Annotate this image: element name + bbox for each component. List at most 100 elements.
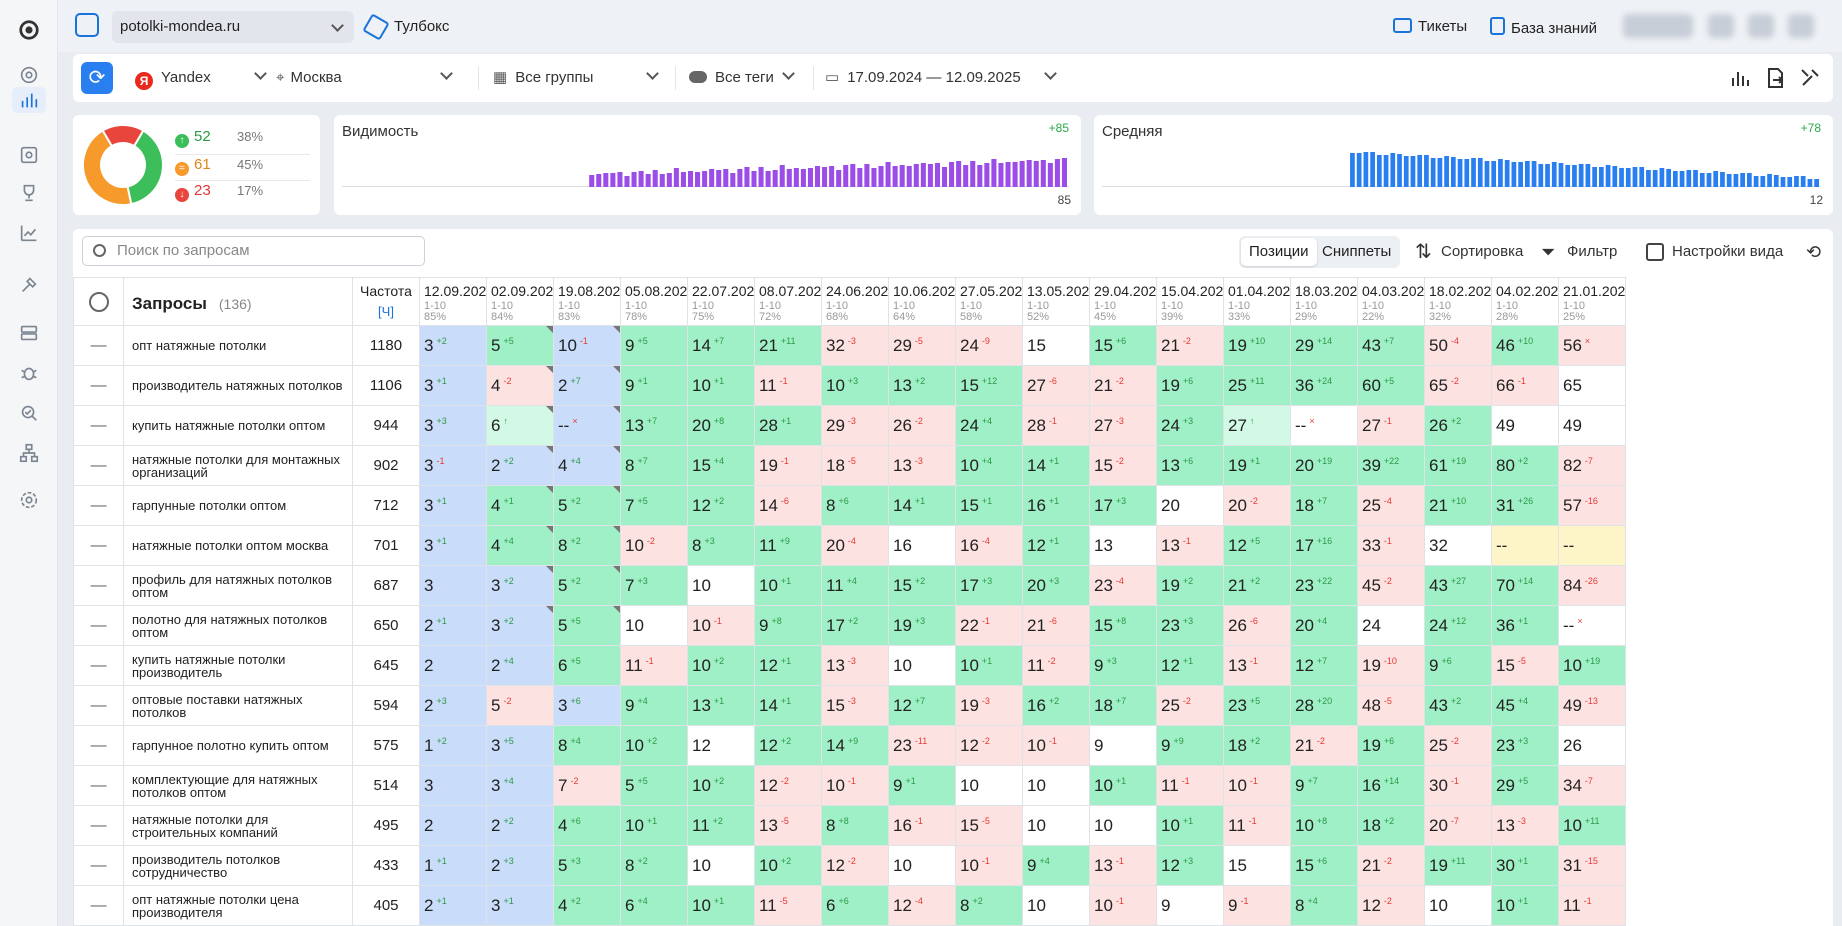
position-cell[interactable]: 1 +1	[419, 845, 487, 886]
position-cell[interactable]: 18 +2	[1223, 725, 1291, 766]
position-cell[interactable]: 27 -3	[1089, 405, 1157, 446]
position-cell[interactable]: 16 -1	[888, 805, 956, 846]
position-cell[interactable]: 14 +1	[888, 485, 956, 526]
date-header[interactable]: 02.09.2025 1-1084%	[486, 277, 554, 326]
position-cell[interactable]: 13 -3	[821, 645, 889, 686]
query-text[interactable]: производитель потолков сотрудничество	[123, 845, 353, 886]
tools-icon[interactable]	[16, 272, 42, 298]
position-cell[interactable]: 10	[888, 645, 956, 686]
position-cell[interactable]: 10	[620, 605, 688, 646]
position-cell[interactable]: 18 +7	[1290, 485, 1358, 526]
position-cell[interactable]: 26 +2	[1424, 405, 1492, 446]
screenshot-icon[interactable]	[16, 142, 42, 168]
position-cell[interactable]: 60 +5	[1357, 365, 1425, 406]
notification-icon[interactable]	[1708, 14, 1734, 38]
position-cell[interactable]: 2 +2	[486, 805, 554, 846]
position-cell[interactable]: 17 +2	[821, 605, 889, 646]
date-header[interactable]: 21.01.2025 1-1025%	[1558, 277, 1626, 326]
position-cell[interactable]: 13 -1	[1089, 845, 1157, 886]
query-text[interactable]: профиль для натяжных потолков оптом	[123, 565, 353, 606]
position-cell[interactable]: 3 +1	[419, 485, 487, 526]
position-cell[interactable]: 14 -6	[754, 485, 822, 526]
position-cell[interactable]: 8 +6	[821, 485, 889, 526]
position-cell[interactable]: 6 +6	[821, 885, 889, 926]
position-cell[interactable]: 1 +2	[419, 725, 487, 766]
date-header[interactable]: 22.07.2025 1-1075%	[687, 277, 755, 326]
position-cell[interactable]: 9 +7	[1290, 765, 1358, 806]
position-cell[interactable]: 12 +1	[1022, 525, 1090, 566]
position-cell[interactable]: 21 -2	[1156, 325, 1224, 366]
query-text[interactable]: натяжные потолки для строительных компан…	[123, 805, 353, 846]
position-cell[interactable]: 25 +11	[1223, 365, 1291, 406]
position-cell[interactable]: 8 +8	[821, 805, 889, 846]
position-cell[interactable]: --	[1491, 525, 1559, 566]
position-cell[interactable]: 66 -1	[1491, 365, 1559, 406]
position-cell[interactable]: 33 -1	[1357, 525, 1425, 566]
query-header[interactable]: Запросы (136)	[123, 277, 353, 326]
position-cell[interactable]: 19 +1	[1223, 445, 1291, 486]
position-cell[interactable]: 32 -3	[821, 325, 889, 366]
position-cell[interactable]: 13 -5	[754, 805, 822, 846]
position-cell[interactable]: 13 +6	[1156, 445, 1224, 486]
query-text[interactable]: опт натяжные потолки цена производителя	[123, 885, 353, 926]
position-cell[interactable]: 15 -5	[1491, 645, 1559, 686]
knowledge-link[interactable]: База знаний	[1490, 17, 1597, 39]
refresh-columns-icon[interactable]: ⟲	[1806, 236, 1821, 268]
position-cell[interactable]: 9 +9	[1156, 725, 1224, 766]
position-cell[interactable]: 23 +22	[1290, 565, 1358, 606]
position-cell[interactable]: 29 +5	[1491, 765, 1559, 806]
position-cell[interactable]: 14 +9	[821, 725, 889, 766]
position-cell[interactable]: 31 -15	[1558, 845, 1626, 886]
refresh-button[interactable]: ⟳	[81, 62, 113, 94]
export-icon[interactable]	[1763, 66, 1787, 90]
query-text[interactable]: полотно для натяжных потолков оптом	[123, 605, 353, 646]
region-select[interactable]: ⌖ Москва	[276, 54, 453, 102]
position-cell[interactable]: 20 -7	[1424, 805, 1492, 846]
briefcase-icon[interactable]	[75, 13, 99, 37]
position-cell[interactable]: 31 +26	[1491, 485, 1559, 526]
date-header[interactable]: 15.04.2025 1-1039%	[1156, 277, 1224, 326]
position-cell[interactable]: 10 -2	[620, 525, 688, 566]
position-cell[interactable]: 19 +6	[1357, 725, 1425, 766]
position-cell[interactable]: 6 +5	[553, 645, 621, 686]
date-header[interactable]: 01.04.2025 1-1033%	[1223, 277, 1291, 326]
position-cell[interactable]: 25 -2	[1156, 685, 1224, 726]
position-cell[interactable]: 15 +8	[1089, 605, 1157, 646]
position-cell[interactable]: 65	[1558, 365, 1626, 406]
position-cell[interactable]: 16 +14	[1357, 765, 1425, 806]
position-cell[interactable]: 15 -3	[821, 685, 889, 726]
position-cell[interactable]: 20 +19	[1290, 445, 1358, 486]
position-cell[interactable]: 10 -1	[1089, 885, 1157, 926]
position-cell[interactable]: 3 +5	[486, 725, 554, 766]
position-cell[interactable]: 3 +1	[419, 365, 487, 406]
position-cell[interactable]: 12 -4	[888, 885, 956, 926]
position-cell[interactable]: 9 +6	[1424, 645, 1492, 686]
position-cell[interactable]: 45 -2	[1357, 565, 1425, 606]
view-settings-button[interactable]: Настройки вида	[1646, 236, 1783, 268]
position-cell[interactable]: 27 -6	[1022, 365, 1090, 406]
position-cell[interactable]: 8 +2	[553, 525, 621, 566]
position-cell[interactable]: 10 +8	[1290, 805, 1358, 846]
position-cell[interactable]: 10 +1	[1156, 805, 1224, 846]
position-cell[interactable]: 11 -1	[1156, 765, 1224, 806]
search-input[interactable]: Поиск по запросам	[82, 236, 425, 266]
position-cell[interactable]: 11 -1	[754, 365, 822, 406]
chart-icon[interactable]	[1728, 66, 1752, 90]
position-cell[interactable]: 17 +3	[1089, 485, 1157, 526]
position-cell[interactable]: 49 -13	[1558, 685, 1626, 726]
position-cell[interactable]: 57 -16	[1558, 485, 1626, 526]
position-cell[interactable]: 13 -1	[1156, 525, 1224, 566]
position-cell[interactable]: 28 -1	[1022, 405, 1090, 446]
position-cell[interactable]: 10 +1	[1491, 885, 1559, 926]
position-cell[interactable]: 26	[1558, 725, 1626, 766]
position-cell[interactable]: 13 +7	[620, 405, 688, 446]
position-cell[interactable]: 10 +1	[687, 885, 755, 926]
position-cell[interactable]: 19 +6	[1156, 365, 1224, 406]
position-cell[interactable]: 15 +6	[1290, 845, 1358, 886]
date-header[interactable]: 18.02.2025 1-1032%	[1424, 277, 1492, 326]
position-cell[interactable]: 3	[419, 765, 487, 806]
position-cell[interactable]: 10 -1	[1022, 725, 1090, 766]
position-cell[interactable]: 21 -2	[1290, 725, 1358, 766]
position-cell[interactable]: 4 +6	[553, 805, 621, 846]
position-cell[interactable]: 70 +14	[1491, 565, 1559, 606]
